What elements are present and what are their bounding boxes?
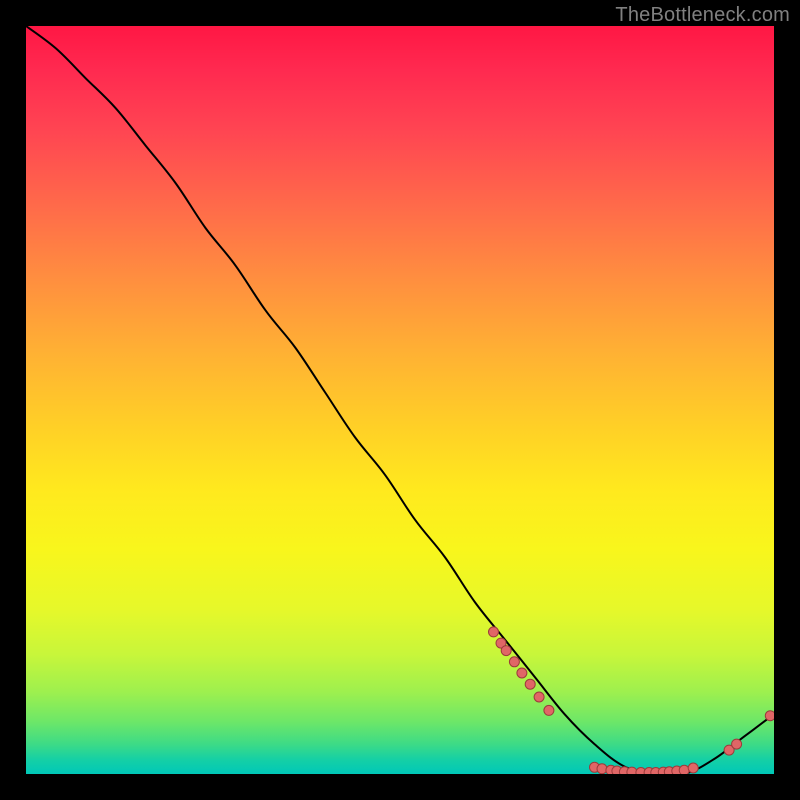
data-marker xyxy=(534,692,544,702)
data-marker xyxy=(732,739,742,749)
bottleneck-curve-svg xyxy=(26,26,774,774)
data-marker xyxy=(509,657,519,667)
data-marker xyxy=(597,764,607,774)
data-marker xyxy=(517,668,527,678)
chart-stage: TheBottleneck.com xyxy=(0,0,800,800)
data-marker xyxy=(544,705,554,715)
data-marker xyxy=(489,627,499,637)
data-marker xyxy=(679,765,689,774)
data-marker xyxy=(627,767,637,774)
data-marker xyxy=(765,711,774,721)
chart-plot-area xyxy=(26,26,774,774)
data-marker xyxy=(688,763,698,773)
data-marker xyxy=(501,646,511,656)
bottleneck-curve-line xyxy=(26,26,774,774)
data-marker xyxy=(525,679,535,689)
data-markers xyxy=(489,627,775,774)
attribution-label: TheBottleneck.com xyxy=(615,4,790,27)
